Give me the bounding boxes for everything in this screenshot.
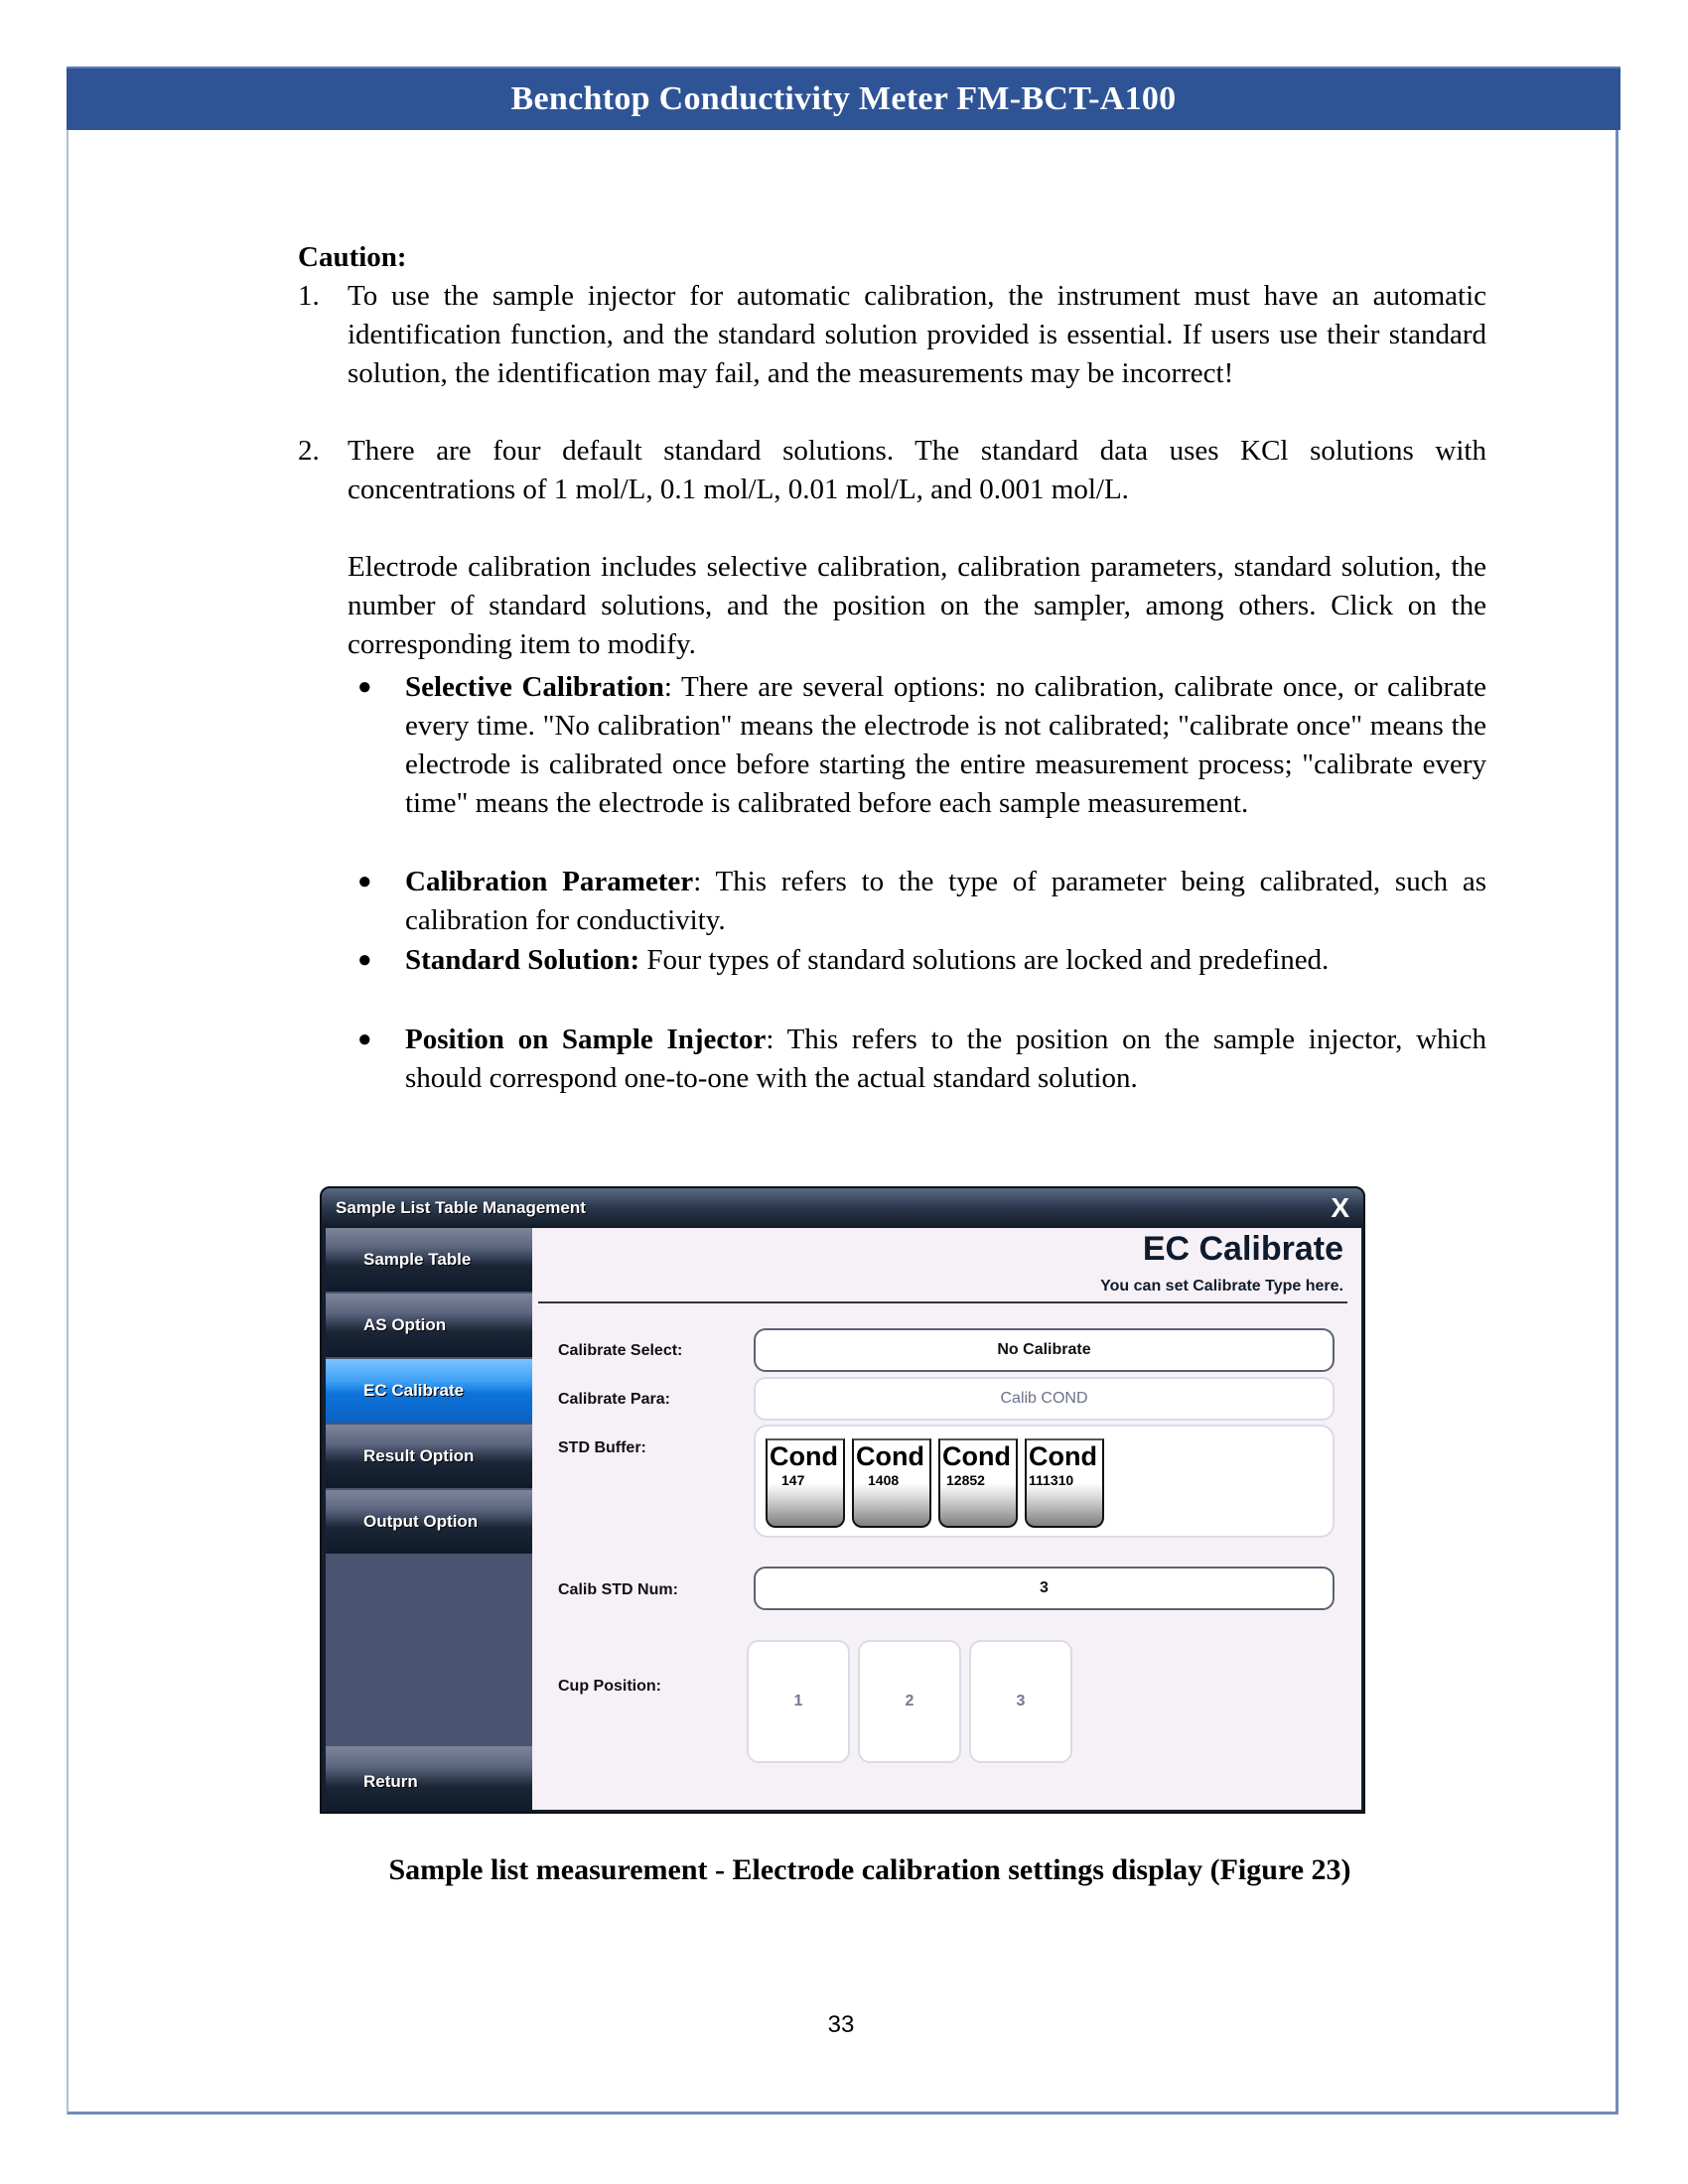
close-icon[interactable]: X: [1331, 1192, 1349, 1224]
figure-caption: Sample list measurement - Electrode cali…: [0, 1853, 1688, 1887]
bullet-term: Calibration Parameter: [405, 866, 694, 897]
std-buffer-cup[interactable]: Cond 147: [766, 1438, 845, 1528]
item-text: There are four default standard solution…: [348, 435, 1486, 505]
sidebar-item-label: EC Calibrate: [363, 1381, 465, 1400]
item-text: To use the sample injector for automatic…: [348, 280, 1486, 389]
bullet-text: Four types of standard solutions are loc…: [639, 944, 1330, 976]
bullet-dot-icon: ●: [357, 674, 372, 700]
cup-name: Cond: [942, 1441, 1011, 1471]
figure-caption-text: Sample list measurement - Electrode cali…: [388, 1853, 1351, 1886]
caution-item-1: 1. To use the sample injector for automa…: [298, 277, 1486, 393]
bullet-standard-solution: ● Standard Solution: Four types of stand…: [348, 941, 1486, 980]
cup-position-slot[interactable]: 1: [747, 1640, 850, 1763]
panel-title: EC Calibrate: [1142, 1230, 1343, 1268]
bullet-dot-icon: ●: [357, 869, 372, 894]
bullet-term: Position on Sample Injector: [405, 1024, 767, 1055]
page-number: 33: [0, 2011, 1688, 2039]
intro-paragraph: Electrode calibration includes selective…: [348, 551, 1486, 660]
sidebar-item-label: AS Option: [363, 1315, 447, 1334]
sidebar-item-ec-calibrate[interactable]: EC Calibrate: [326, 1359, 532, 1423]
cup-value: 12852: [946, 1472, 985, 1488]
panel-divider: [538, 1301, 1347, 1303]
return-button[interactable]: Return: [326, 1746, 532, 1812]
cup-value: 1408: [868, 1472, 900, 1488]
std-buffer-box: Cond 147 Cond 1408 Cond 12852 Cond 11131…: [754, 1425, 1335, 1538]
calibrate-para-label: Calibrate Para:: [558, 1391, 670, 1408]
calib-std-num-label: Calib STD Num:: [558, 1581, 678, 1598]
cup-value: 111310: [1029, 1472, 1074, 1488]
cup-name: Cond: [856, 1441, 924, 1471]
sample-list-window: Sample List Table Management X Sample Ta…: [320, 1186, 1365, 1814]
sidebar-item-label: Result Option: [363, 1446, 475, 1465]
return-label: Return: [363, 1772, 418, 1791]
calibrate-para-field[interactable]: Calib COND: [754, 1377, 1335, 1421]
cup-name: Cond: [1029, 1441, 1097, 1471]
sidebar-item-sample-table[interactable]: Sample Table: [326, 1228, 532, 1292]
calibrate-select-label: Calibrate Select:: [558, 1342, 683, 1359]
std-buffer-cup[interactable]: Cond 12852: [938, 1438, 1018, 1528]
sidebar-item-as-option[interactable]: AS Option: [326, 1294, 532, 1357]
bullet-selective-calibration: ● Selective Calibration: There are sever…: [348, 668, 1486, 823]
sidebar-item-output-option[interactable]: Output Option: [326, 1490, 532, 1554]
document-title: Benchtop Conductivity Meter FM-BCT-A100: [510, 80, 1177, 117]
cup-position-slot[interactable]: 3: [969, 1640, 1072, 1763]
cup-name: Cond: [770, 1441, 838, 1471]
sidebar-item-label: Sample Table: [363, 1250, 472, 1269]
bullet-dot-icon: ●: [357, 947, 372, 973]
bullet-term: Selective Calibration: [405, 671, 664, 703]
document-header: Benchtop Conductivity Meter FM-BCT-A100: [67, 67, 1620, 130]
bullet-position-on-sample-injector: ● Position on Sample Injector: This refe…: [348, 1021, 1486, 1098]
panel-subtitle: You can set Calibrate Type here.: [1100, 1278, 1343, 1295]
sidebar: Sample Table AS Option EC Calibrate Resu…: [326, 1228, 532, 1812]
item-number: 2.: [298, 435, 320, 467]
cup-position-label: Cup Position:: [558, 1678, 661, 1695]
std-buffer-cup[interactable]: Cond 111310: [1025, 1438, 1104, 1528]
window-title: Sample List Table Management: [336, 1198, 586, 1217]
std-buffer-cup[interactable]: Cond 1408: [852, 1438, 931, 1528]
caution-item-2: 2. There are four default standard solut…: [298, 432, 1486, 509]
ec-calibrate-panel: EC Calibrate You can set Calibrate Type …: [532, 1228, 1361, 1810]
page-number-text: 33: [827, 2011, 855, 2038]
std-buffer-label: STD Buffer:: [558, 1439, 646, 1456]
cup-value: 147: [781, 1472, 805, 1488]
bullet-calibration-parameter: ● Calibration Parameter: This refers to …: [348, 863, 1486, 940]
bullet-term: Standard Solution:: [405, 944, 640, 976]
calibrate-select-field[interactable]: No Calibrate: [754, 1328, 1335, 1372]
item-number: 1.: [298, 280, 320, 312]
sidebar-item-result-option[interactable]: Result Option: [326, 1425, 532, 1488]
caution-heading: Caution:: [298, 241, 407, 273]
calib-std-num-field[interactable]: 3: [754, 1567, 1335, 1610]
bullet-dot-icon: ●: [357, 1026, 372, 1052]
cup-position-slot[interactable]: 2: [858, 1640, 961, 1763]
sidebar-item-label: Output Option: [363, 1512, 479, 1531]
window-title-bar: Sample List Table Management X: [322, 1188, 1363, 1228]
bullet-sep: :: [663, 671, 672, 703]
